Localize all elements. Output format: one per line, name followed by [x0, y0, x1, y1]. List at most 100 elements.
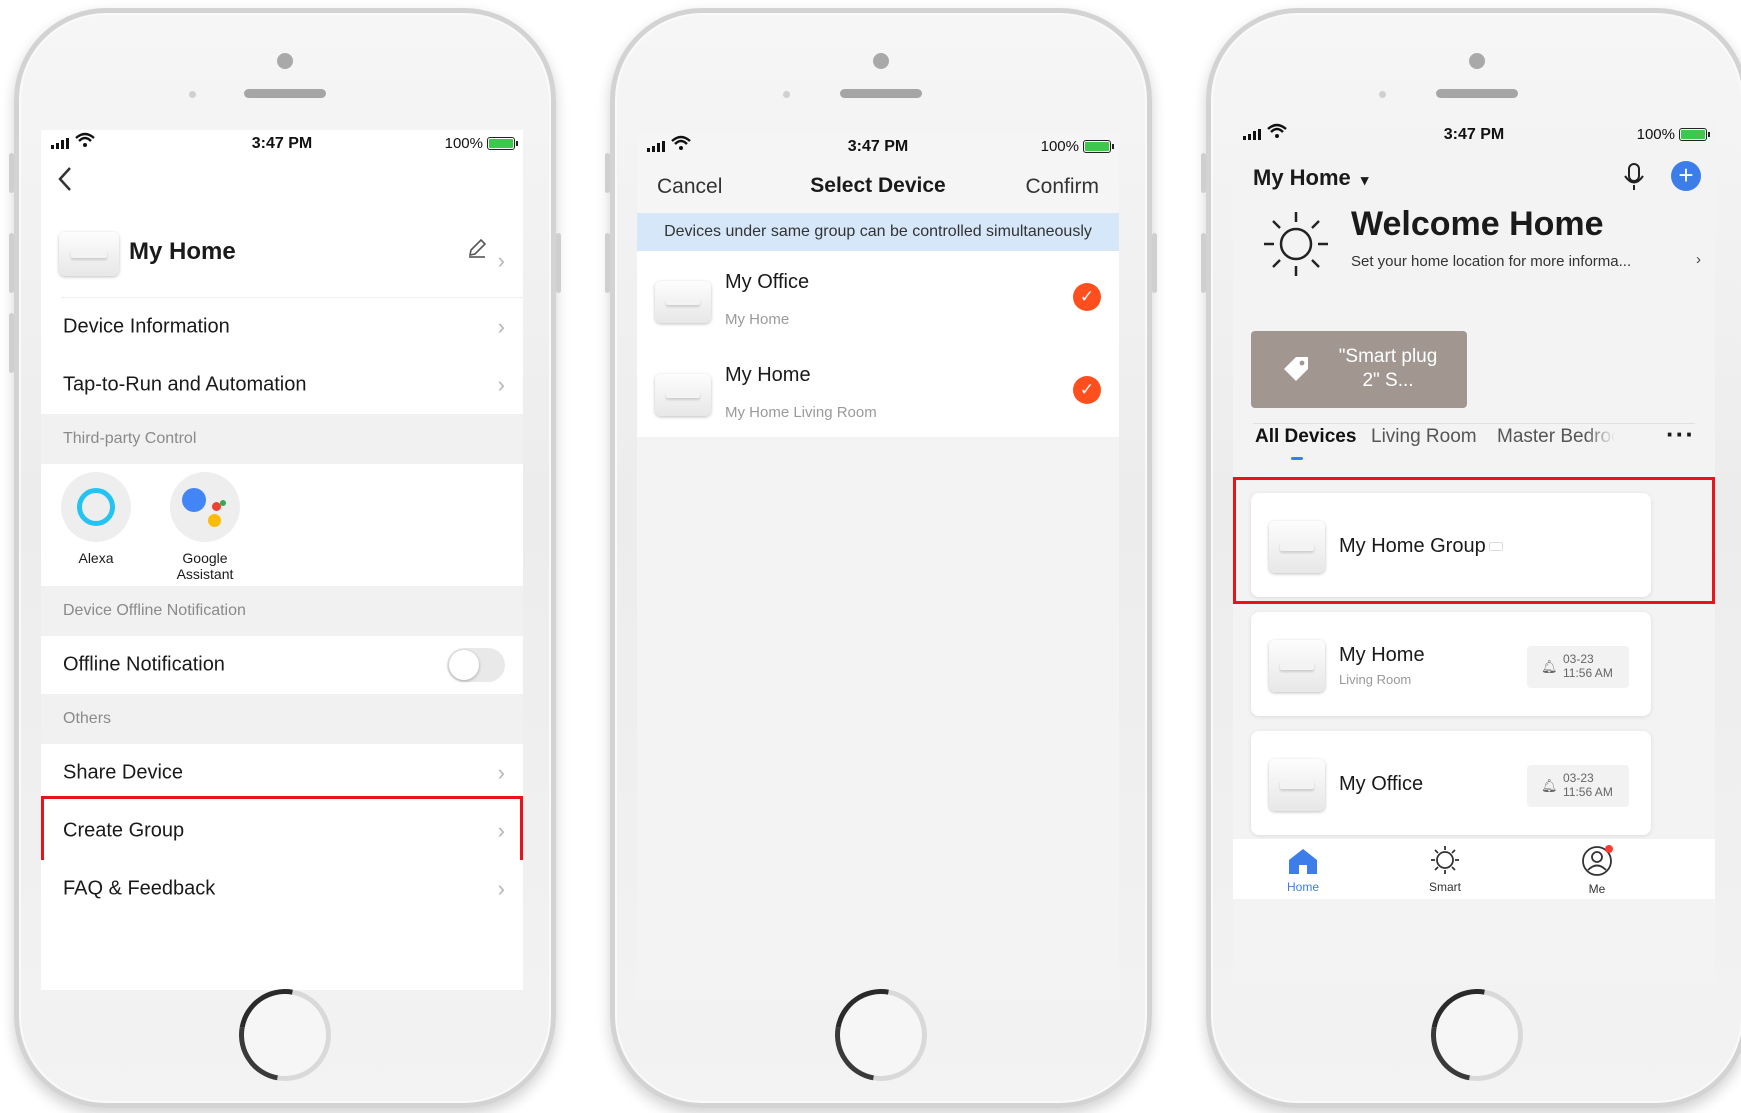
chevron-right-icon: ›: [497, 314, 505, 339]
power-button: [556, 233, 561, 293]
more-tabs-icon[interactable]: ···: [1666, 419, 1695, 450]
last-seen-stamp: 🔔︎ 03-23 11:56 AM: [1527, 765, 1629, 807]
divider: [1253, 423, 1695, 424]
device-icon: [59, 232, 119, 276]
checkmark-icon[interactable]: ✓: [1073, 283, 1101, 311]
home-selector-label: My Home: [1253, 165, 1351, 190]
phone-2: 3:47 PM 100% Cancel Select Device Confir…: [605, 8, 1157, 1108]
back-button[interactable]: [57, 166, 73, 200]
section-third-party: Third-party Control: [41, 414, 523, 464]
nav-label: Me: [1588, 882, 1606, 896]
home-screen: 3:47 PM 100% My Home ▾ + Welcome Home Se…: [1233, 121, 1715, 985]
scene-card[interactable]: "Smart plug 2" S...: [1251, 331, 1467, 408]
nav-label: Smart: [1428, 880, 1461, 894]
device-icon: [655, 281, 711, 323]
side-button: [605, 153, 610, 193]
status-bar: 3:47 PM 100%: [41, 130, 523, 158]
device-option-sub: My Home: [725, 311, 790, 328]
offline-notification-toggle[interactable]: [447, 648, 505, 682]
device-name: My Home: [129, 238, 236, 265]
bell-icon: 🔔︎: [1541, 778, 1558, 793]
device-card-my-home[interactable]: My Home Living Room 🔔︎ 03-23 11:56 AM: [1251, 612, 1651, 716]
scene-card-label: "Smart plug 2" S...: [1338, 346, 1438, 391]
earpiece-speaker: [1436, 89, 1518, 98]
sun-icon: [1261, 209, 1331, 284]
offline-notification-row: Offline Notification: [41, 636, 523, 694]
tab-living-room[interactable]: Living Room: [1371, 426, 1477, 448]
nav-header: Cancel Select Device Confirm: [637, 161, 1119, 213]
profile-icon: [1581, 845, 1613, 882]
checkmark-icon[interactable]: ✓: [1073, 376, 1101, 404]
battery-icon: [487, 137, 518, 150]
device-information-row[interactable]: Device Information ›: [41, 298, 523, 356]
edit-icon[interactable]: [467, 238, 487, 264]
row-label: Device Information: [63, 315, 230, 338]
row-label: Tap-to-Run and Automation: [63, 373, 307, 396]
third-party-panel: Alexa Google Assistant: [41, 464, 523, 586]
phone-1: 3:47 PM 100% My Home › Device Informatio…: [9, 8, 561, 1108]
chevron-right-icon: ›: [497, 876, 505, 901]
stamp-text: 03-23 11:56 AM: [1563, 652, 1613, 680]
chevron-right-icon: ›: [497, 760, 505, 785]
confirm-button[interactable]: Confirm: [1025, 175, 1099, 199]
active-tab-indicator: [1291, 457, 1303, 460]
proximity-sensor: [783, 91, 790, 98]
phone-3: 3:47 PM 100% My Home ▾ + Welcome Home Se…: [1201, 8, 1741, 1108]
row-label: Offline Notification: [63, 653, 225, 676]
device-option-my-home[interactable]: My Home My Home Living Room ✓: [637, 344, 1119, 437]
nav-smart[interactable]: Smart: [1415, 845, 1475, 894]
microphone-icon[interactable]: [1623, 163, 1645, 196]
home-button[interactable]: [1412, 970, 1542, 1100]
section-offline: Device Offline Notification: [41, 586, 523, 636]
nav-home[interactable]: Home: [1273, 847, 1333, 894]
alexa-button[interactable]: Alexa: [61, 472, 131, 566]
google-assistant-button[interactable]: Google Assistant: [165, 472, 245, 582]
faq-feedback-row[interactable]: FAQ & Feedback ›: [41, 860, 523, 918]
front-camera: [277, 53, 293, 69]
device-option-name: My Home: [725, 364, 811, 386]
proximity-sensor: [1379, 91, 1386, 98]
device-settings-screen: 3:47 PM 100% My Home › Device Informatio…: [41, 130, 523, 990]
nav-label: Home: [1286, 880, 1319, 894]
battery-percent: 100%: [1040, 138, 1079, 155]
welcome-title: Welcome Home: [1351, 205, 1604, 243]
tab-all-devices[interactable]: All Devices: [1255, 426, 1356, 448]
battery-percent: 100%: [1636, 126, 1675, 143]
welcome-location-link[interactable]: Set your home location for more informa.…: [1351, 251, 1705, 270]
device-card-name: My Home: [1339, 644, 1425, 666]
section-label: Third-party Control: [63, 430, 197, 447]
earpiece-speaker: [840, 89, 922, 98]
share-device-row[interactable]: Share Device ›: [41, 744, 523, 802]
nav-me[interactable]: Me: [1567, 845, 1627, 896]
home-button[interactable]: [220, 970, 350, 1100]
google-assistant-label: Google Assistant: [176, 550, 234, 582]
battery-percent: 100%: [444, 135, 483, 152]
volume-button: [1201, 233, 1206, 293]
device-option-name: My Office: [725, 271, 810, 293]
row-label: Share Device: [63, 761, 184, 784]
my-home-group-highlight: [1233, 477, 1715, 604]
tap-to-run-row[interactable]: Tap-to-Run and Automation ›: [41, 356, 523, 414]
device-icon: [655, 374, 711, 416]
select-device-screen: 3:47 PM 100% Cancel Select Device Confir…: [637, 133, 1119, 1001]
front-camera: [873, 53, 889, 69]
device-option-sub: My Home Living Room: [725, 404, 877, 421]
device-icon: [1269, 640, 1325, 692]
bell-icon: 🔔︎: [1541, 659, 1558, 674]
device-card-my-office[interactable]: My Office 🔔︎ 03-23 11:56 AM: [1251, 731, 1651, 835]
add-device-button[interactable]: +: [1671, 161, 1701, 191]
volume-button: [9, 233, 14, 293]
last-seen-stamp: 🔔︎ 03-23 11:56 AM: [1527, 646, 1629, 688]
section-label: Others: [63, 710, 112, 727]
chevron-right-icon: ›: [1696, 251, 1701, 268]
device-card-name: My Office: [1339, 773, 1424, 795]
device-option-my-office[interactable]: My Office My Home ✓: [637, 251, 1119, 344]
device-header-row[interactable]: My Home ›: [41, 218, 523, 304]
home-selector[interactable]: My Home ▾: [1253, 165, 1368, 191]
info-banner: Devices under same group can be controll…: [637, 213, 1119, 251]
battery-icon: [1679, 128, 1710, 141]
tag-icon: [1281, 354, 1311, 389]
tab-master-bedroom[interactable]: Master Bedroo: [1497, 426, 1615, 448]
chevron-right-icon: ›: [497, 372, 505, 397]
device-icon: [1269, 759, 1325, 811]
